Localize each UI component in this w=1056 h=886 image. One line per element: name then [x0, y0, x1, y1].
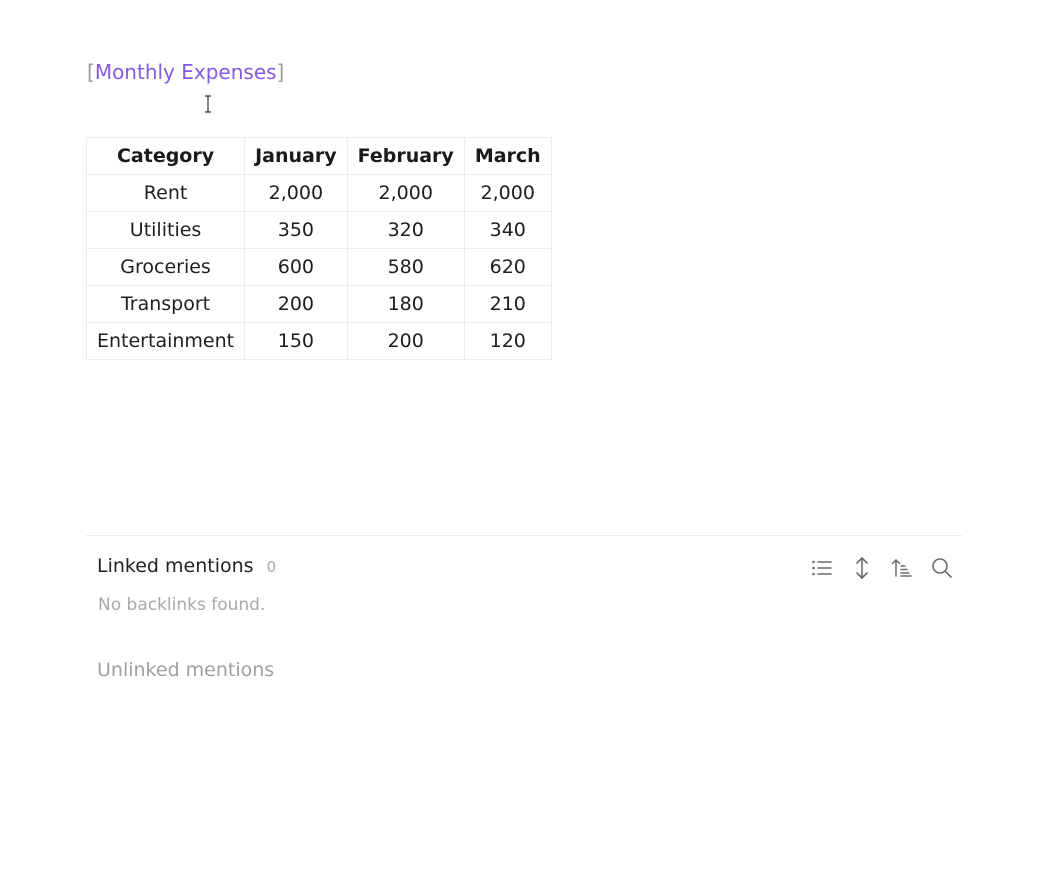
header-march[interactable]: March: [463, 137, 552, 175]
header-january[interactable]: January: [244, 137, 348, 175]
table-row: Utilities 350 320 340: [85, 211, 552, 249]
table-cell[interactable]: 600: [244, 248, 348, 286]
unlinked-mentions-title[interactable]: Unlinked mentions: [97, 659, 274, 681]
table-cell[interactable]: 210: [463, 285, 552, 323]
table-cell[interactable]: 350: [244, 211, 348, 249]
table-cell[interactable]: 120: [463, 322, 552, 360]
table-row: Rent 2,000 2,000 2,000: [85, 174, 552, 212]
linked-mentions-title: Linked mentions: [97, 555, 254, 577]
table-cell[interactable]: 2,000: [463, 174, 552, 212]
table-cell[interactable]: 340: [463, 211, 552, 249]
expand-collapse-icon[interactable]: [848, 555, 876, 581]
table-row: Groceries 600 580 620: [85, 248, 552, 286]
table-row: Entertainment 150 200 120: [85, 322, 552, 360]
table-cell[interactable]: 620: [463, 248, 552, 286]
table-header-row: Category January February March: [85, 137, 552, 175]
expense-table: Category January February March Rent 2,0…: [85, 137, 552, 360]
table-cell[interactable]: Transport: [85, 285, 246, 323]
table-cell[interactable]: Utilities: [85, 211, 246, 249]
table-cell[interactable]: 180: [346, 285, 465, 323]
text-cursor-icon: [205, 95, 211, 113]
section-divider: [86, 535, 962, 536]
header-february[interactable]: February: [346, 137, 465, 175]
link-close-bracket: ]: [276, 60, 285, 84]
link-text[interactable]: Monthly Expenses: [95, 60, 277, 84]
search-icon[interactable]: [928, 555, 956, 581]
table-cell[interactable]: 2,000: [244, 174, 348, 212]
linked-mentions-header: Linked mentions 0: [97, 555, 276, 577]
table-row: Transport 200 180 210: [85, 285, 552, 323]
table-cell[interactable]: Entertainment: [85, 322, 246, 360]
internal-link[interactable]: [Monthly Expenses]: [87, 58, 284, 86]
backlinks-toolbar: [808, 555, 968, 581]
table-cell[interactable]: 580: [346, 248, 465, 286]
table-cell[interactable]: 2,000: [346, 174, 465, 212]
linked-mentions-count: 0: [266, 558, 277, 576]
list-icon[interactable]: [808, 555, 836, 581]
table-cell[interactable]: 200: [244, 285, 348, 323]
table-cell[interactable]: Rent: [85, 174, 246, 212]
no-backlinks-message: No backlinks found.: [98, 595, 266, 615]
table-cell[interactable]: 150: [244, 322, 348, 360]
table-cell[interactable]: Groceries: [85, 248, 246, 286]
sort-icon[interactable]: [888, 555, 916, 581]
header-category[interactable]: Category: [85, 137, 246, 175]
table-cell[interactable]: 320: [346, 211, 465, 249]
table-cell[interactable]: 200: [346, 322, 465, 360]
link-open-bracket: [: [87, 60, 95, 84]
